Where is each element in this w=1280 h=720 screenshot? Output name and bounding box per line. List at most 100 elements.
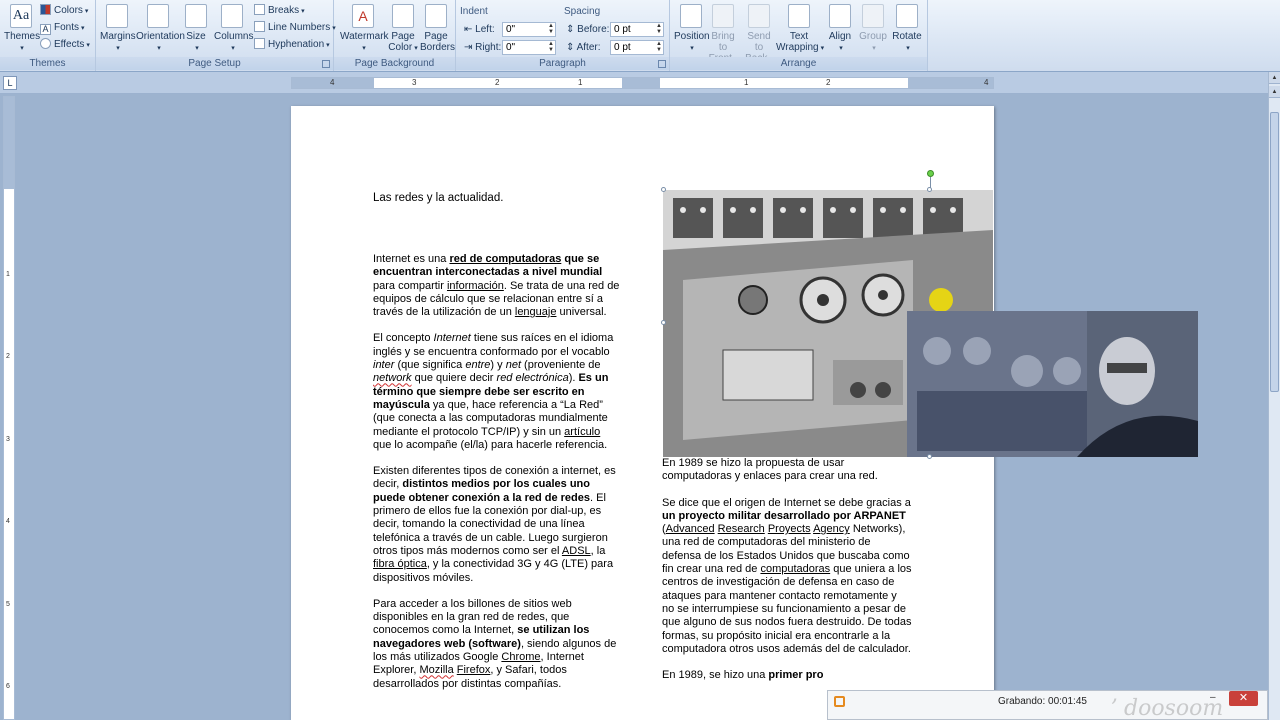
themes-icon: Aa: [10, 4, 32, 28]
theme-fonts-button[interactable]: A Fonts ▾: [40, 21, 85, 35]
paragraph: Para acceder a los billones de sitios we…: [373, 597, 617, 690]
indent-right-label: ⇥ Right:: [464, 42, 502, 53]
send-to-back-icon: [748, 4, 770, 28]
group-icon: [862, 4, 884, 28]
breaks-button[interactable]: Breaks ▾: [254, 4, 305, 18]
rotation-handle[interactable]: [927, 170, 934, 177]
text-wrapping-button[interactable]: Text Wrapping ▾: [776, 4, 824, 54]
paragraph: El concepto Internet tiene sus raíces en…: [373, 332, 614, 451]
recording-timer: Grabando: 00:01:45: [998, 696, 1087, 707]
hyphenation-button[interactable]: Hyphenation ▾: [254, 38, 330, 52]
close-icon[interactable]: ✕: [1229, 691, 1258, 706]
ruler-right-margin: [908, 78, 993, 88]
fonts-icon: A: [40, 24, 51, 35]
scroll-thumb[interactable]: [1270, 112, 1279, 392]
themes-group: Aa Themes ▾ Colors ▾ A Fonts ▾ Effects ▾ Them…: [0, 0, 96, 71]
indent-right-input[interactable]: 0" ▲ ▼: [502, 40, 556, 55]
paragraph: En 1989 se hizo la propuesta de usar com…: [662, 457, 878, 483]
size-icon: [185, 4, 207, 28]
spacing-before-label: ⇕ Before:: [566, 24, 610, 35]
ruler-number: 2: [495, 78, 500, 87]
ruler-number: 1: [578, 78, 583, 87]
line-numbers-icon: [254, 21, 265, 32]
ruler-number: 5: [6, 601, 10, 608]
line-numbers-button[interactable]: Line Numbers ▾: [254, 21, 336, 35]
watermark-icon: A: [352, 4, 374, 28]
ruler-number: 4: [330, 78, 335, 87]
ruler-number: 2: [826, 78, 831, 87]
watermark-logo: ʼ doosoom: [1110, 696, 1224, 720]
breaks-icon: [254, 4, 265, 15]
left-column[interactable]: Internet es una red de computadoras que …: [373, 253, 621, 704]
spin-arrows-icon[interactable]: ▲ ▼: [656, 23, 662, 35]
spacing-after-input[interactable]: 0 pt ▲ ▼: [610, 40, 664, 55]
rotate-button[interactable]: Rotate ▾: [890, 4, 924, 54]
operator-photo: [907, 311, 1198, 457]
resize-handle[interactable]: [661, 320, 666, 325]
text-wrapping-icon: [788, 4, 810, 28]
themes-group-label: Themes: [0, 57, 95, 70]
page-color-button[interactable]: Page Color ▾: [388, 4, 418, 54]
spin-arrows-icon[interactable]: ▲ ▼: [548, 23, 554, 35]
overlay-picture[interactable]: [907, 311, 1198, 457]
indent-left-input[interactable]: 0" ▲ ▼: [502, 22, 556, 37]
ribbon: Aa Themes ▾ Colors ▾ A Fonts ▾ Effects ▾ Them…: [0, 0, 1280, 72]
paragraph: Internet es una red de computadoras que …: [373, 253, 620, 319]
page-setup-group-label: Page Setup: [96, 57, 333, 70]
document-title: Las redes y la actualidad.: [373, 192, 504, 204]
orientation-button[interactable]: Orientation ▾: [136, 4, 185, 54]
theme-effects-button[interactable]: Effects ▾: [40, 38, 90, 52]
columns-icon: [221, 4, 243, 28]
ruler-number: 3: [6, 436, 10, 443]
resize-handle[interactable]: [927, 454, 932, 459]
ruler-number: 6: [6, 683, 10, 690]
margins-button[interactable]: Margins ▾: [100, 4, 136, 54]
spacing-before-input[interactable]: 0 pt ▲ ▼: [610, 22, 664, 37]
align-button[interactable]: Align ▾: [826, 4, 854, 54]
vertical-ruler[interactable]: 1 2 3 4 5 6: [3, 96, 15, 720]
indent-left-label: ⇤ Left:: [464, 24, 495, 35]
resize-handle[interactable]: [927, 187, 932, 192]
spacing-after-label: ⇕ After:: [566, 42, 601, 53]
tab-selector[interactable]: L: [3, 76, 17, 90]
ruler-number: 1: [744, 78, 749, 87]
spin-arrows-icon[interactable]: ▲ ▼: [548, 41, 554, 53]
paragraph: Se dice que el origen de Internet se deb…: [662, 496, 912, 655]
theme-colors-button[interactable]: Colors ▾: [40, 4, 88, 18]
paragraph-group-label: Paragraph: [456, 57, 669, 70]
spin-arrows-icon[interactable]: ▲ ▼: [656, 41, 662, 53]
paragraph-group: Indent ⇤ Left: 0" ▲ ▼ ⇥ Right: 0" ▲ ▼ Spacin…: [456, 0, 670, 71]
colors-icon: [40, 4, 51, 15]
right-column[interactable]: En 1989 se hizo la propuesta de usar com…: [662, 457, 912, 695]
orientation-icon: [147, 4, 169, 28]
paragraph-dialog-launcher[interactable]: [658, 60, 666, 68]
ruler-top-margin: [4, 97, 14, 189]
ruler-number: 2: [6, 353, 10, 360]
ruler-number: 4: [6, 518, 10, 525]
margins-icon: [106, 4, 128, 28]
ruler-column-gap: [622, 78, 660, 88]
ruler-number: 3: [412, 78, 417, 87]
size-button[interactable]: Size ▾: [184, 4, 208, 54]
rotate-icon: [896, 4, 918, 28]
scroll-up-icon[interactable]: ▲: [1269, 86, 1280, 98]
recorder-icon: [834, 696, 845, 707]
position-icon: [680, 4, 702, 28]
indent-title: Indent: [460, 6, 488, 17]
themes-button[interactable]: Aa Themes ▾: [4, 4, 40, 54]
vertical-scrollbar[interactable]: ▲ ▲: [1268, 72, 1280, 720]
paragraph: Existen diferentes tipos de conexión a i…: [373, 465, 616, 584]
page-setup-group: Margins ▾ Orientation ▾ Size ▾ Columns ▾ Bre…: [96, 0, 336, 71]
watermark-button[interactable]: A Watermark ▾: [340, 4, 389, 54]
page-setup-dialog-launcher[interactable]: [322, 60, 330, 68]
columns-button[interactable]: Columns ▾: [214, 4, 253, 54]
bring-to-front-button[interactable]: Bring toFront▾: [706, 4, 740, 65]
page-borders-button[interactable]: Page Borders: [420, 4, 455, 53]
resize-handle[interactable]: [661, 187, 666, 192]
scroll-up-icon[interactable]: ▲: [1269, 72, 1280, 84]
position-button[interactable]: Position ▾: [674, 4, 710, 54]
group-button[interactable]: Group ▾: [858, 4, 888, 54]
ruler-number: 1: [6, 271, 10, 278]
horizontal-ruler[interactable]: 4 3 2 1 1 2 4: [291, 77, 994, 89]
send-to-back-button[interactable]: Send toBack▾: [742, 4, 776, 65]
